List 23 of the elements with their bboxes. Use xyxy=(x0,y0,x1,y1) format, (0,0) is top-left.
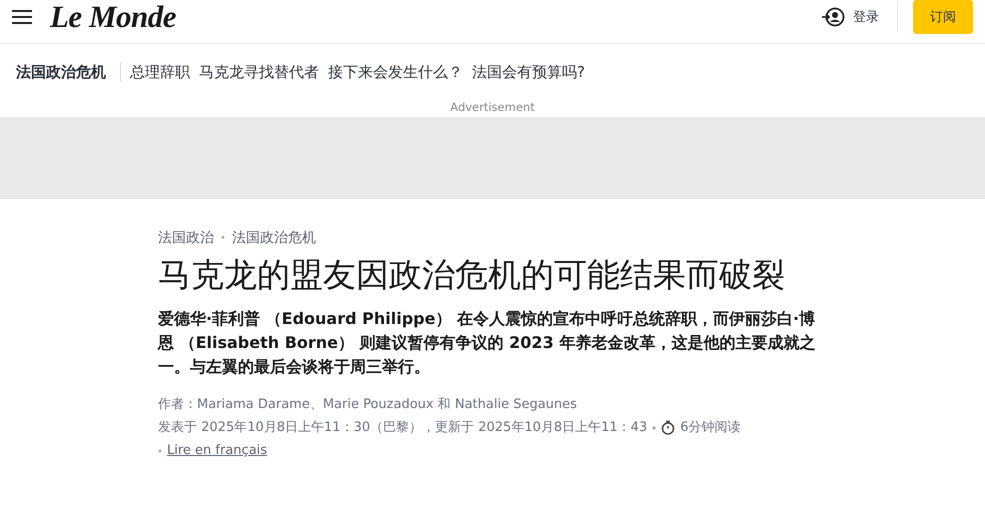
nav-link[interactable]: 法国会有预算吗? xyxy=(472,62,585,82)
ad-label: Advertisement xyxy=(449,100,536,116)
nav-link[interactable]: 总理辞职 xyxy=(130,62,190,82)
login-button[interactable]: 登录 xyxy=(821,2,898,32)
publish-dates: 发表于 2025年10月8日上午11：30（巴黎），更新于 2025年10月8日上午11：43 xyxy=(158,419,648,437)
user-icon xyxy=(821,6,845,26)
nav-link[interactable]: 接下来会发生什么？ xyxy=(328,62,463,82)
byline: 作者：Mariama Darame、Marie Pouzadoux 和 Nathalie Segaunes xyxy=(158,396,578,414)
bullet-icon xyxy=(652,426,656,430)
menu-icon[interactable] xyxy=(12,8,32,24)
article-title: 马克龙的盟友因政治危机的可能结果而破裂 xyxy=(158,254,786,296)
bullet-icon xyxy=(158,448,162,452)
article-lead: 爱德华·菲利普 （Edouard Philippe） 在令人震惊的宣布中呼吁总统辞职，而伊丽莎白·博恩 （Elisabeth Borne） 则建议暂停有争议的 2023 年养老金改革，这是他的主要成就之一。与左翼的最后会谈将于周三举行。 xyxy=(158,308,816,378)
french-link[interactable]: Lire en français xyxy=(167,439,268,462)
section-title[interactable]: 法国政治危机 xyxy=(16,62,121,82)
reading-time: 6分钟阅读 xyxy=(680,419,741,437)
subscribe-button[interactable]: 订阅 xyxy=(913,0,973,34)
stopwatch-icon xyxy=(661,420,676,435)
breadcrumb-link[interactable]: 法国政治危机 xyxy=(232,229,316,247)
breadcrumb-link[interactable]: 法国政治 xyxy=(158,229,214,247)
separator: • xyxy=(220,232,226,244)
nav-link[interactable]: 马克龙寻找替代者 xyxy=(199,62,319,82)
logo[interactable]: Le Monde xyxy=(50,0,176,34)
